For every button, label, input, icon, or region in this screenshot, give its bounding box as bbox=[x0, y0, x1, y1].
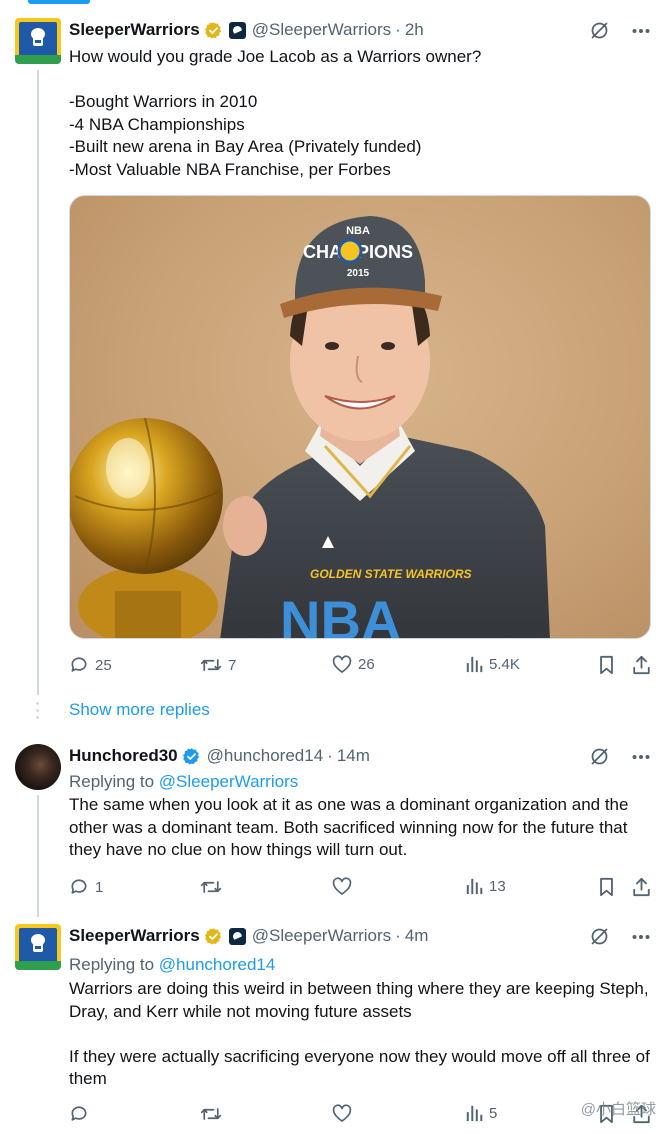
reply-icon bbox=[71, 657, 87, 672]
display-name[interactable]: Hunchored30 bbox=[69, 746, 178, 766]
more-options-icon[interactable] bbox=[632, 934, 650, 940]
tweet[interactable]: SleeperWarriors @SleeperWarriors · 4m Re… bbox=[0, 910, 668, 1133]
tweet-header: SleeperWarriors @SleeperWarriors · 4m bbox=[69, 925, 428, 947]
views-icon bbox=[466, 878, 483, 895]
replying-to-mention[interactable]: @SleeperWarriors bbox=[159, 772, 298, 791]
share-icon bbox=[633, 877, 650, 897]
more-options-icon[interactable] bbox=[632, 28, 650, 34]
tweet[interactable]: Hunchored30 @hunchored14 · 14m Replying … bbox=[0, 730, 668, 910]
avatar[interactable] bbox=[15, 924, 61, 970]
repost-button[interactable] bbox=[200, 1104, 222, 1124]
handle[interactable]: @SleeperWarriors bbox=[252, 20, 391, 40]
thread-dots bbox=[36, 700, 39, 722]
heart-icon bbox=[332, 1104, 352, 1122]
reply-button[interactable] bbox=[69, 1104, 89, 1124]
grok-icon[interactable] bbox=[589, 926, 610, 947]
tweet-actions: 5 bbox=[69, 1104, 654, 1126]
like-button[interactable]: 26 bbox=[332, 655, 375, 674]
replying-to: Replying to @SleeperWarriors bbox=[69, 772, 298, 792]
tweet-actions: 1 13 bbox=[69, 877, 654, 899]
tweet-header: SleeperWarriors @SleeperWarriors · 2h bbox=[69, 19, 424, 41]
share-button[interactable] bbox=[632, 877, 651, 897]
replying-to-label: Replying to bbox=[69, 772, 155, 791]
display-name[interactable]: SleeperWarriors bbox=[69, 20, 200, 40]
share-icon bbox=[633, 655, 650, 675]
handle[interactable]: @SleeperWarriors bbox=[252, 926, 391, 946]
watermark: @小白篮球 bbox=[581, 1098, 656, 1119]
repost-icon bbox=[200, 659, 222, 671]
like-button[interactable] bbox=[332, 1104, 352, 1123]
grok-icon[interactable] bbox=[589, 746, 610, 767]
tweet-text: Warriors are doing this weird in between… bbox=[69, 979, 650, 1088]
like-button[interactable] bbox=[332, 877, 352, 896]
shirt-nba-text: NBA bbox=[280, 589, 401, 639]
tweet-header: Hunchored30 @hunchored14 · 14m bbox=[69, 745, 370, 767]
show-more-replies-link[interactable]: Show more replies bbox=[69, 700, 210, 720]
reply-count: 25 bbox=[95, 656, 112, 674]
views-icon bbox=[466, 656, 483, 673]
bookmark-button[interactable] bbox=[598, 655, 615, 675]
repost-icon bbox=[200, 881, 222, 893]
repost-icon bbox=[200, 1108, 222, 1120]
view-count: 5 bbox=[489, 1104, 498, 1122]
view-count: 5.4K bbox=[489, 655, 520, 673]
tweet-text: How would you grade Joe Lacob as a Warri… bbox=[69, 47, 482, 179]
views-icon bbox=[466, 1105, 483, 1122]
repost-button[interactable]: 7 bbox=[200, 655, 236, 675]
watermark-text: @小白篮球 bbox=[580, 1101, 656, 1118]
like-count: 26 bbox=[358, 656, 375, 673]
tweet-actions: 25 7 26 5.4K bbox=[69, 655, 654, 677]
reply-icon bbox=[71, 1106, 87, 1121]
verified-blue-icon[interactable] bbox=[182, 747, 201, 766]
views-button[interactable]: 5.4K bbox=[465, 655, 520, 673]
more-options-icon[interactable] bbox=[632, 754, 650, 760]
view-count: 13 bbox=[489, 877, 506, 895]
bookmark-icon bbox=[600, 655, 613, 675]
replying-to: Replying to @hunchored14 bbox=[69, 955, 275, 975]
separator: · bbox=[395, 20, 401, 39]
cap-year-text: 2015 bbox=[347, 268, 370, 279]
avatar[interactable] bbox=[15, 18, 61, 64]
heart-icon bbox=[332, 655, 352, 673]
timestamp[interactable]: 2h bbox=[405, 20, 424, 40]
reply-count: 1 bbox=[95, 878, 104, 896]
tweet-image[interactable]: NBA CHAMPIONS 2015 GOLDEN STATE WARRIORS… bbox=[69, 195, 651, 639]
verified-gold-icon[interactable] bbox=[204, 927, 223, 946]
tweet-text: The same when you look at it as one was … bbox=[69, 795, 634, 859]
views-button[interactable]: 5 bbox=[465, 1104, 497, 1122]
grok-icon[interactable] bbox=[589, 20, 610, 41]
views-button[interactable]: 13 bbox=[465, 877, 506, 895]
affiliate-badge-icon[interactable] bbox=[228, 21, 246, 39]
separator: · bbox=[395, 926, 401, 945]
timestamp[interactable]: 14m bbox=[337, 746, 370, 766]
reply-button[interactable]: 25 bbox=[69, 655, 112, 675]
timestamp[interactable]: 4m bbox=[405, 926, 429, 946]
verified-gold-icon[interactable] bbox=[204, 21, 223, 40]
separator: · bbox=[327, 746, 333, 765]
reply-icon bbox=[71, 879, 87, 894]
bookmark-button[interactable] bbox=[598, 877, 615, 897]
cap-nba-text: NBA bbox=[346, 225, 370, 237]
replying-to-label: Replying to bbox=[69, 955, 155, 974]
shirt-team-text: GOLDEN STATE WARRIORS bbox=[310, 567, 472, 581]
repost-button[interactable] bbox=[200, 877, 222, 897]
bookmark-icon bbox=[600, 877, 613, 897]
display-name[interactable]: SleeperWarriors bbox=[69, 926, 200, 946]
repost-count: 7 bbox=[228, 656, 237, 674]
avatar[interactable] bbox=[15, 744, 61, 790]
affiliate-badge-icon[interactable] bbox=[228, 927, 246, 945]
share-button[interactable] bbox=[632, 655, 651, 675]
heart-icon bbox=[332, 877, 352, 895]
tweet[interactable]: SleeperWarriors @SleeperWarriors · 2h Ho… bbox=[0, 0, 668, 690]
reply-button[interactable]: 1 bbox=[69, 877, 103, 897]
replying-to-mention[interactable]: @hunchored14 bbox=[159, 955, 276, 974]
handle[interactable]: @hunchored14 bbox=[207, 746, 324, 766]
